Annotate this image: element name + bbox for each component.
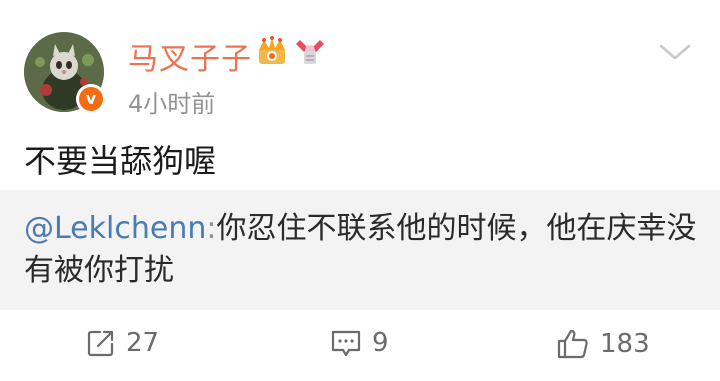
mention-link[interactable]: @Leklchenn bbox=[24, 211, 206, 246]
repost-separator: : bbox=[206, 211, 217, 246]
comment-button[interactable]: 9 bbox=[330, 328, 389, 358]
reposted-content[interactable]: @Leklchenn:你忍住不联系他的时候，他在庆幸没有被你打扰 bbox=[0, 190, 720, 310]
verified-badge: v bbox=[76, 84, 106, 114]
like-button[interactable]: 183 bbox=[556, 328, 650, 360]
weibo-post-card: v 马叉子子 4小时前 不要当舔狗喔 @Leklchenn:你忍住不联系他的时候… bbox=[0, 0, 720, 381]
verified-v-icon: v bbox=[79, 87, 103, 111]
share-icon bbox=[86, 328, 116, 358]
action-bar: 27 9 183 bbox=[0, 322, 720, 376]
username[interactable]: 马叉子子 bbox=[128, 34, 252, 78]
post-text: 不要当舔狗喔 bbox=[24, 142, 217, 180]
ribbon-medal-icon[interactable] bbox=[294, 36, 326, 70]
comment-icon bbox=[330, 328, 362, 358]
comment-count: 9 bbox=[372, 328, 389, 358]
avatar[interactable]: v bbox=[24, 32, 106, 114]
repost-text-block: @Leklchenn:你忍住不联系他的时候，他在庆幸没有被你打扰 bbox=[24, 208, 704, 292]
user-badges bbox=[256, 36, 326, 70]
chevron-down-icon[interactable] bbox=[658, 40, 692, 64]
like-count: 183 bbox=[600, 329, 650, 359]
post-timestamp: 4小时前 bbox=[128, 90, 216, 118]
repost-button[interactable]: 27 bbox=[86, 328, 159, 358]
crown-membership-icon[interactable] bbox=[256, 36, 288, 70]
thumbs-up-icon bbox=[556, 328, 590, 360]
repost-count: 27 bbox=[126, 328, 160, 358]
